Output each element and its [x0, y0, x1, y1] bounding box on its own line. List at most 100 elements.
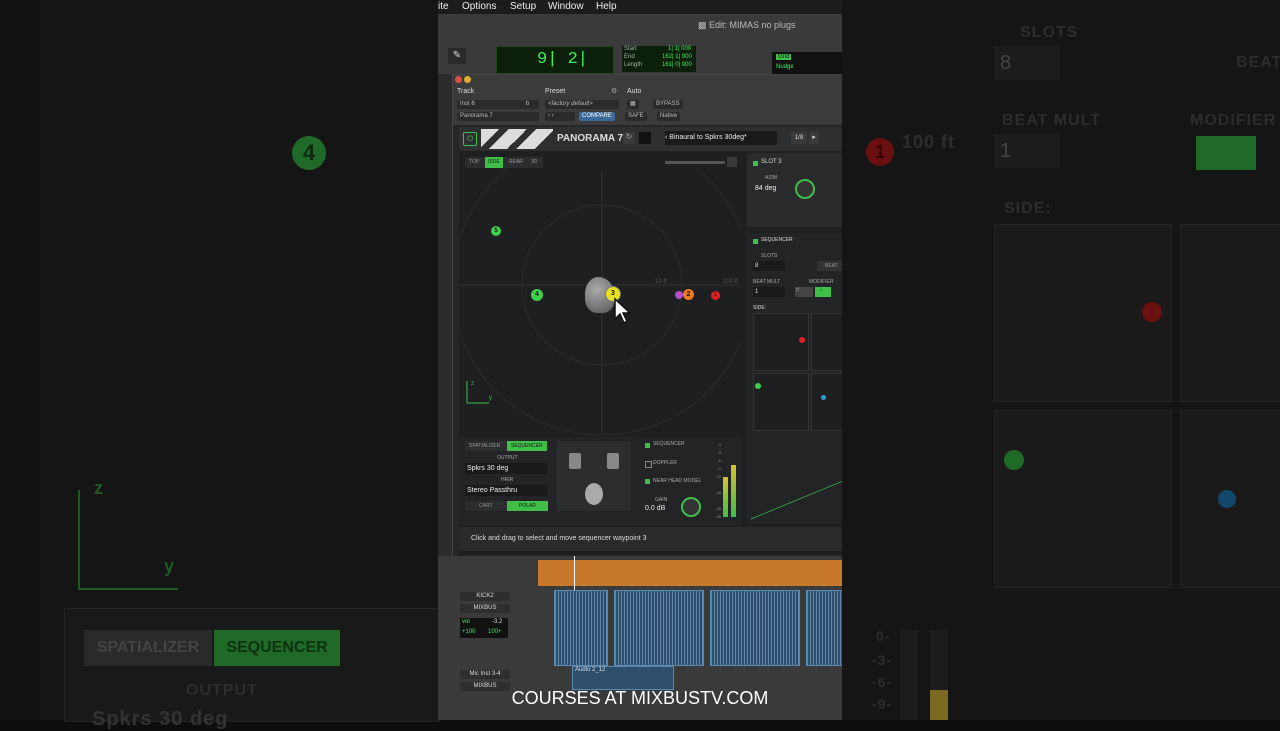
- preset-nav[interactable]: ‹ ›: [545, 112, 575, 121]
- audio-clip-2[interactable]: [614, 590, 704, 666]
- safe-button[interactable]: SAFE: [625, 112, 647, 121]
- side-cell-4[interactable]: [811, 373, 842, 431]
- modifier-note[interactable]: ♩: [815, 287, 831, 297]
- bg-axis-y: y: [164, 556, 176, 576]
- window-title: ▩ Edit: MIMAS no plugs: [698, 20, 796, 31]
- hrir-dropdown[interactable]: Stereo Passthru: [465, 485, 547, 496]
- side-dot-red[interactable]: [799, 337, 805, 343]
- track-row-mic-inst[interactable]: Mic Inst 3-4: [460, 670, 510, 679]
- native-button[interactable]: Native: [657, 112, 681, 121]
- gain-value[interactable]: 0.0 dB: [645, 505, 665, 512]
- beat-mult-dropdown[interactable]: 1: [753, 287, 785, 297]
- power-icon[interactable]: ⏻: [463, 132, 477, 146]
- menu-item-options[interactable]: Options: [462, 1, 496, 12]
- distance-label-10ft: 10 ft: [655, 279, 667, 285]
- waypoint-2[interactable]: 2: [683, 289, 694, 300]
- waypoint-5[interactable]: 5: [491, 226, 501, 236]
- plugin-selector[interactable]: Panorama 7: [457, 112, 539, 121]
- length-value[interactable]: 161| 0| 000: [662, 62, 692, 68]
- grid-nudge: Grid Nudge: [772, 52, 842, 74]
- track-row-mixbus[interactable]: MIXBUS: [460, 604, 510, 613]
- menu-item-help[interactable]: Help: [596, 1, 617, 12]
- track-label: Track: [457, 88, 475, 95]
- main-strip: ite Options Setup Window Help ▩ Edit: MI…: [438, 0, 842, 720]
- bg-slots-label: SLOTS: [1020, 24, 1079, 41]
- bg-dist-label: 100 ft: [902, 132, 956, 152]
- gain-label: GAIN: [655, 497, 668, 503]
- bg-modifier-active: [1196, 136, 1256, 170]
- grid-button[interactable]: Grid: [776, 54, 792, 60]
- audio-clip-1[interactable]: [554, 590, 608, 666]
- page-indicator[interactable]: 1/8: [791, 132, 807, 144]
- ab-button[interactable]: [639, 132, 651, 144]
- settings-icon[interactable]: ⚙: [611, 87, 617, 95]
- menu-bar: ite Options Setup Window Help: [438, 0, 842, 14]
- auto-icon[interactable]: ▦: [627, 100, 639, 109]
- pencil-tool-icon[interactable]: ✎: [448, 48, 466, 64]
- waypoint-1[interactable]: 1: [711, 291, 720, 300]
- audio-clip-5[interactable]: Audio 2_12: [572, 666, 674, 690]
- bypass-button[interactable]: BYPASS: [653, 100, 683, 109]
- tab-top[interactable]: TOP: [469, 157, 479, 168]
- compare-button[interactable]: COMPARE: [579, 112, 615, 121]
- bg-side-label: SIDE:: [1004, 200, 1052, 217]
- preset-selector[interactable]: <factory default>: [545, 100, 619, 109]
- side-cell-3[interactable]: [753, 373, 809, 431]
- end-value[interactable]: 162| 1| 000: [662, 54, 692, 60]
- vol-value: -3.2: [492, 619, 503, 625]
- page-next-icon[interactable]: ▸: [809, 132, 819, 144]
- menu-item-setup[interactable]: Setup: [510, 1, 536, 12]
- near-head-check-box[interactable]: [645, 479, 650, 484]
- close-button[interactable]: [455, 76, 462, 83]
- modifier-triplet[interactable]: ♬: [795, 287, 813, 297]
- tab-3d[interactable]: 3D: [531, 157, 537, 168]
- coord-tabs: CART POLAR: [465, 501, 548, 511]
- tab-rear[interactable]: REAR: [509, 157, 523, 168]
- side-dot-green[interactable]: [755, 383, 761, 389]
- tab-side[interactable]: SIDE: [485, 157, 503, 168]
- preset-display[interactable]: ‹ Binaural to Spkrs 30deg*: [665, 131, 777, 145]
- auto-label: Auto: [627, 88, 642, 95]
- tab-cart[interactable]: CART: [479, 501, 493, 511]
- waypoint-4[interactable]: 4: [531, 289, 543, 301]
- tab-spatializer[interactable]: SPATIALIZER: [469, 441, 500, 451]
- audio-clip-3[interactable]: [710, 590, 800, 666]
- zoom-slider[interactable]: [665, 161, 725, 164]
- side-cell-2[interactable]: [811, 313, 842, 371]
- track-row-kick2[interactable]: KICK2: [460, 592, 510, 601]
- gain-knob[interactable]: [681, 497, 701, 517]
- bg-waypoint-1: 1: [866, 138, 894, 166]
- output-dropdown[interactable]: Spkrs 30 deg: [465, 463, 547, 474]
- waypoint-p[interactable]: [675, 291, 683, 299]
- beat-button[interactable]: BEAT: [817, 261, 842, 271]
- slot-selector[interactable]: b: [523, 100, 539, 109]
- tab-sequencer[interactable]: SEQUENCER: [507, 441, 547, 451]
- playhead[interactable]: [574, 556, 575, 590]
- reset-icon[interactable]: ↻: [623, 132, 635, 144]
- slots-dropdown[interactable]: 8: [753, 261, 785, 271]
- audio-clip-4[interactable]: [806, 590, 842, 666]
- menu-item-ite[interactable]: ite: [438, 1, 449, 12]
- bg-waypoint-4: 4: [292, 136, 326, 170]
- track-vol-box[interactable]: vol -3.2 +100 100+: [460, 618, 508, 638]
- bg-side-cell-3: [994, 410, 1172, 588]
- menu-item-window[interactable]: Window: [548, 1, 584, 12]
- azim-value[interactable]: 84 deg: [755, 185, 776, 192]
- main-counter[interactable]: 9| 2| 928: [496, 46, 614, 95]
- curve-graph: [750, 481, 842, 520]
- side-dot-blue[interactable]: [821, 395, 826, 400]
- start-value[interactable]: 1| 1| 000: [668, 46, 691, 52]
- zoom-button[interactable]: [727, 157, 737, 167]
- meter-scale: 0 -3 -6 -9 -12 -18 -48 -96: [707, 441, 721, 519]
- azim-knob[interactable]: [795, 179, 815, 199]
- lower-tabs: SPATIALIZER SEQUENCER: [465, 441, 547, 451]
- minimize-button[interactable]: [464, 76, 471, 83]
- slot-panel: SLOT 3 AZIM 84 deg: [747, 153, 842, 227]
- tab-polar[interactable]: POLAR: [507, 501, 548, 511]
- doppler-check-box[interactable]: [645, 461, 652, 468]
- sequencer-check-box[interactable]: [645, 443, 650, 448]
- track-selector[interactable]: Inst 6: [457, 100, 523, 109]
- slot-indicator: [753, 161, 758, 166]
- nudge-button[interactable]: Nudge: [776, 64, 794, 70]
- vol-label: vol: [462, 619, 470, 625]
